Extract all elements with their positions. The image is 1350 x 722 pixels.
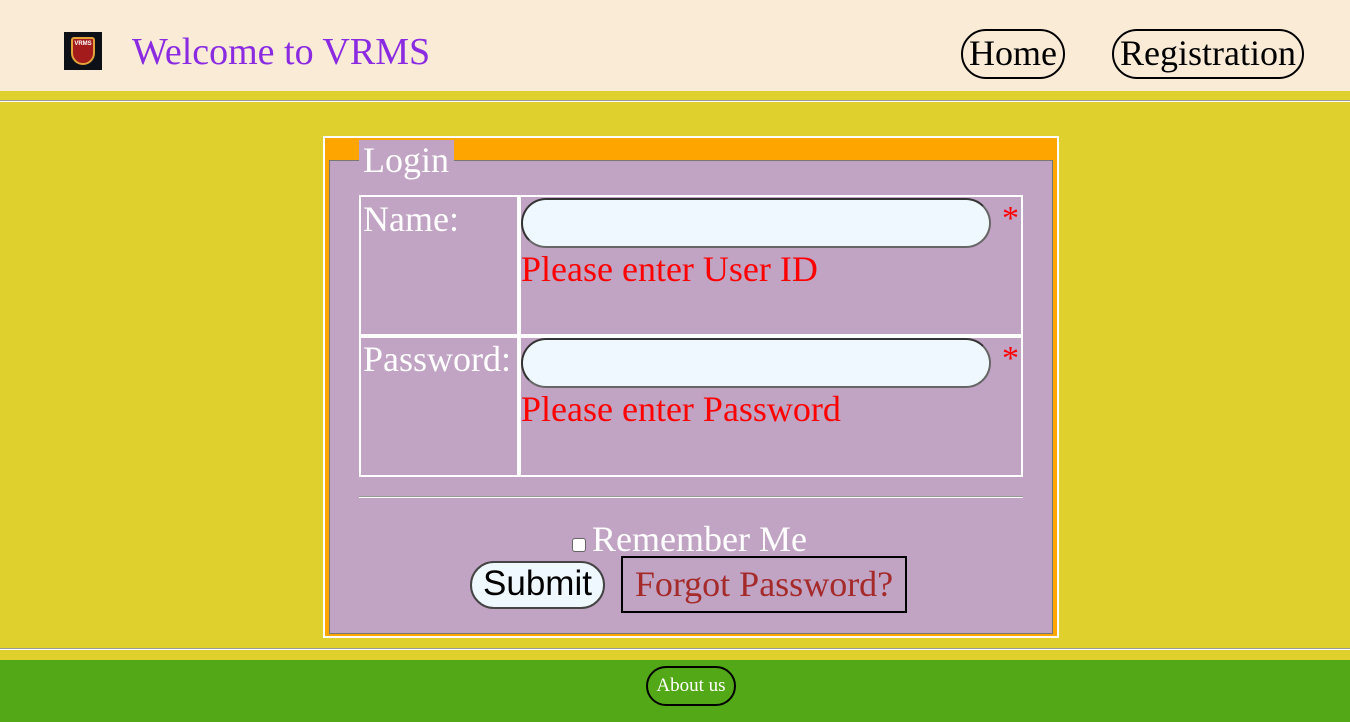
password-input[interactable] [521,338,991,388]
password-required-mark: * [1002,340,1019,377]
form-divider [359,496,1023,498]
remember-me[interactable]: Remember Me [572,518,807,560]
page-title: Welcome to VRMS [132,31,431,73]
login-legend: Login [359,140,454,180]
name-label: Name: [363,199,459,239]
nav-home-button[interactable]: Home [961,29,1065,79]
about-us-button[interactable]: About us [646,666,736,706]
submit-button[interactable]: Submit [470,561,605,609]
password-label: Password: [363,339,512,379]
divider [0,100,1350,102]
password-error: Please enter Password [521,389,841,429]
divider [0,648,1350,650]
name-required-mark: * [1002,200,1019,237]
name-error: Please enter User ID [521,249,818,289]
remember-label: Remember Me [592,519,807,559]
logo-shield-icon: VRMS [71,37,95,65]
nav-registration-button[interactable]: Registration [1112,29,1304,79]
forgot-password-link[interactable]: Forgot Password? [621,556,907,613]
remember-checkbox[interactable] [572,538,586,552]
vrms-logo: VRMS [64,32,102,70]
name-input[interactable] [521,198,991,248]
